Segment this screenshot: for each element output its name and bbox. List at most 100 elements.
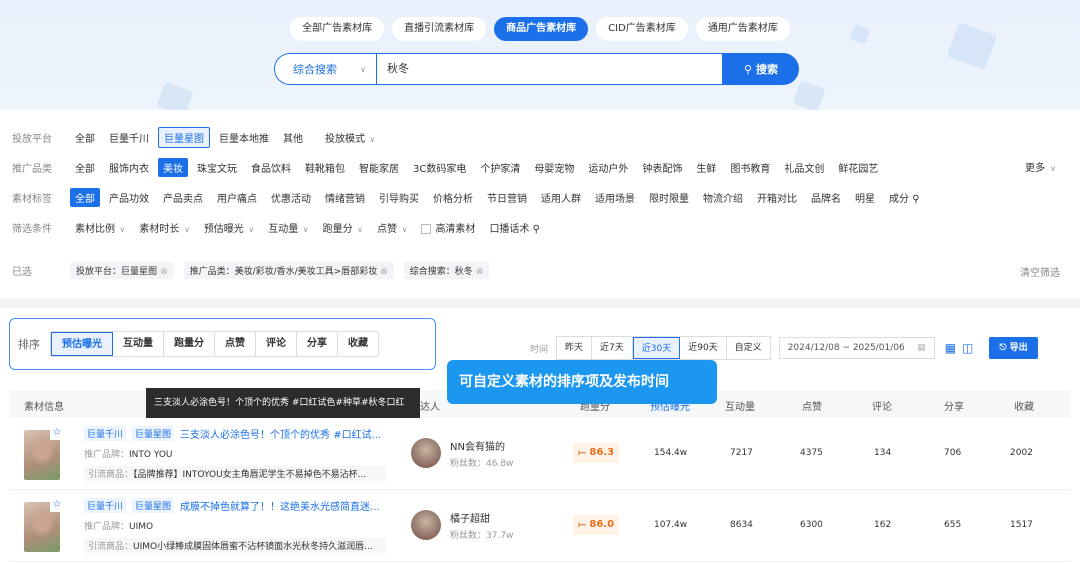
condition-dropdown[interactable]: 素材时长 ∨ xyxy=(134,218,194,237)
filter-option[interactable]: 全部 xyxy=(70,187,100,207)
filter-option[interactable]: 产品功效 xyxy=(104,188,154,207)
filter-option[interactable]: 适用场景 xyxy=(590,188,640,207)
sort-option[interactable]: 评论 xyxy=(256,332,297,356)
filter-option[interactable]: 全部 xyxy=(70,128,100,147)
author-name[interactable]: 橘子超甜 xyxy=(450,510,490,525)
tab-cid-library[interactable]: CID广告素材库 xyxy=(596,17,688,41)
filter-option[interactable]: 巨量千川 xyxy=(104,128,154,147)
search-mode-select[interactable]: 综合搜索 ∨ xyxy=(274,53,376,85)
video-thumbnail[interactable]: ☆ xyxy=(24,426,64,480)
filter-option[interactable]: 引导购买 xyxy=(374,188,424,207)
condition-dropdown[interactable]: 点赞 ∨ xyxy=(372,218,412,237)
filter-option[interactable]: 智能家居 xyxy=(354,158,404,177)
filter-option[interactable]: 生鲜 xyxy=(691,158,721,177)
sort-option[interactable]: 收藏 xyxy=(338,332,378,356)
close-icon[interactable]: ⊗ xyxy=(380,267,388,277)
column-header[interactable]: 评论 xyxy=(872,398,892,413)
filter-option[interactable]: 情绪营销 xyxy=(320,188,370,207)
material-title[interactable]: 成膜不掉色就算了！！这绝美水光感简直迷... xyxy=(180,498,390,513)
filter-option[interactable]: 礼品文创 xyxy=(779,158,829,177)
filter-option[interactable]: 巨量星图 xyxy=(158,126,210,148)
table-view-icon[interactable]: ▦ xyxy=(945,341,956,355)
comments-cell: 162 xyxy=(874,520,892,530)
filter-option[interactable]: 珠宝文玩 xyxy=(192,158,242,177)
condition-dropdown[interactable]: 预估曝光 ∨ xyxy=(199,218,259,237)
filter-option[interactable]: 个护家清 xyxy=(475,158,525,177)
close-icon[interactable]: ⊗ xyxy=(160,267,168,277)
filter-option[interactable]: 图书教育 xyxy=(725,158,775,177)
filter-option[interactable]: 鞋靴箱包 xyxy=(300,158,350,177)
column-header[interactable]: 收藏 xyxy=(1014,398,1034,413)
goods-line[interactable]: 引流商品：UIMO小绿棒成膜固体唇蜜不沾杯镜面水光秋冬持久滋润唇... xyxy=(84,538,386,553)
selected-chip[interactable]: 投放平台：巨量星图 ⊗ xyxy=(70,261,174,279)
column-header[interactable]: 点赞 xyxy=(802,398,822,413)
time-option[interactable]: 近7天 xyxy=(592,337,633,359)
filter-option[interactable]: 钟表配饰 xyxy=(637,158,687,177)
sort-option[interactable]: 预估曝光 xyxy=(51,332,113,356)
table-row[interactable]: ☆ 巨量千川 巨量星图 三支淡人必涂色号！个顶个的优秀 #口红试... 推广品牌… xyxy=(10,420,1070,490)
tab-all-library[interactable]: 全部广告素材库 xyxy=(290,17,385,41)
sort-option[interactable]: 分享 xyxy=(297,332,338,356)
video-thumbnail[interactable]: ☆ xyxy=(24,498,64,552)
close-icon[interactable]: ⊗ xyxy=(476,267,484,277)
filter-row-platform: 投放平台 全部 巨量千川 巨量星图 巨量本地推 其他 投放模式 ∨ xyxy=(12,126,380,148)
column-header[interactable]: 互动量 xyxy=(725,398,755,413)
sort-option[interactable]: 互动量 xyxy=(113,332,164,356)
filter-option[interactable]: 运动户外 xyxy=(583,158,633,177)
filter-option[interactable]: 用户痛点 xyxy=(212,188,262,207)
ingredient-search[interactable]: 成分 ⚲ xyxy=(884,188,925,207)
filter-option[interactable]: 产品卖点 xyxy=(158,188,208,207)
filter-option[interactable]: 美妆 xyxy=(158,157,188,177)
filter-option[interactable]: 开箱对比 xyxy=(752,188,802,207)
filter-option[interactable]: 母婴宠物 xyxy=(529,158,579,177)
material-title[interactable]: 三支淡人必涂色号！个顶个的优秀 #口红试... xyxy=(180,426,390,441)
filter-option[interactable]: 全部 xyxy=(70,158,100,177)
table-row[interactable]: ☆ 巨量千川 巨量星图 成膜不掉色就算了！！这绝美水光感简直迷... 推广品牌：… xyxy=(10,492,1070,562)
sort-option[interactable]: 跑量分 xyxy=(164,332,215,356)
filter-option[interactable]: 限时限量 xyxy=(644,188,694,207)
tab-live-library[interactable]: 直播引流素材库 xyxy=(392,17,487,41)
time-option[interactable]: 昨天 xyxy=(557,337,593,359)
filter-option[interactable]: 3C数码家电 xyxy=(408,158,471,177)
selected-chip[interactable]: 推广品类：美妆/彩妆/香水/美妆工具>唇部彩妆 ⊗ xyxy=(183,261,394,279)
condition-dropdown[interactable]: 素材比例 ∨ xyxy=(70,218,130,237)
goods-line[interactable]: 引流商品：【品牌推荐】INTOYOU女主角唇泥学生不易掉色不易沾杯... xyxy=(84,466,386,481)
filter-option[interactable]: 品牌名 xyxy=(806,188,846,207)
filter-option[interactable]: 服饰内衣 xyxy=(104,158,154,177)
filter-option[interactable]: 明星 xyxy=(850,188,880,207)
filter-option[interactable]: 物流介绍 xyxy=(698,188,748,207)
filter-option[interactable]: 鲜花园艺 xyxy=(833,158,883,177)
more-categories-button[interactable]: 更多 ∨ xyxy=(1025,159,1056,174)
export-button[interactable]: ⎋ 导出 xyxy=(989,337,1038,359)
search-button[interactable]: ⚲ 搜索 xyxy=(723,53,799,85)
filter-option[interactable]: 其他 xyxy=(278,128,308,147)
time-option[interactable]: 自定义 xyxy=(727,337,770,359)
tab-product-library[interactable]: 商品广告素材库 xyxy=(494,17,589,41)
avatar[interactable] xyxy=(411,438,441,468)
filter-option[interactable]: 巨量本地推 xyxy=(214,128,274,147)
time-option[interactable]: 近90天 xyxy=(680,337,727,359)
condition-dropdown[interactable]: 跑量分 ∨ xyxy=(318,218,368,237)
star-icon[interactable]: ☆ xyxy=(50,498,64,512)
speech-search[interactable]: 口播话术 ⚲ xyxy=(484,218,545,237)
filter-option[interactable]: 优惠活动 xyxy=(266,188,316,207)
avatar[interactable] xyxy=(411,510,441,540)
time-option[interactable]: 近30天 xyxy=(632,337,681,359)
hd-checkbox[interactable]: 高清素材 xyxy=(416,218,480,237)
delivery-mode-dropdown[interactable]: 投放模式 ∨ xyxy=(320,128,380,147)
chart-view-icon[interactable]: ◫ xyxy=(962,341,973,355)
filter-option[interactable]: 适用人群 xyxy=(536,188,586,207)
filter-option[interactable]: 节日营销 xyxy=(482,188,532,207)
star-icon[interactable]: ☆ xyxy=(50,426,64,440)
sort-option[interactable]: 点赞 xyxy=(215,332,256,356)
date-range-input[interactable]: 2024/12/08 ~ 2025/01/06 ▦ xyxy=(778,337,935,359)
clear-filters-link[interactable]: 清空筛选 xyxy=(1020,264,1060,279)
tab-general-library[interactable]: 通用广告素材库 xyxy=(695,17,790,41)
filter-option[interactable]: 食品饮料 xyxy=(246,158,296,177)
column-header[interactable]: 分享 xyxy=(944,398,964,413)
condition-dropdown[interactable]: 互动量 ∨ xyxy=(263,218,313,237)
filter-option[interactable]: 价格分析 xyxy=(428,188,478,207)
search-input[interactable]: 秋冬 xyxy=(376,53,723,85)
author-name[interactable]: NN会有猫的 xyxy=(450,438,505,453)
selected-chip[interactable]: 综合搜索：秋冬 ⊗ xyxy=(403,261,490,279)
